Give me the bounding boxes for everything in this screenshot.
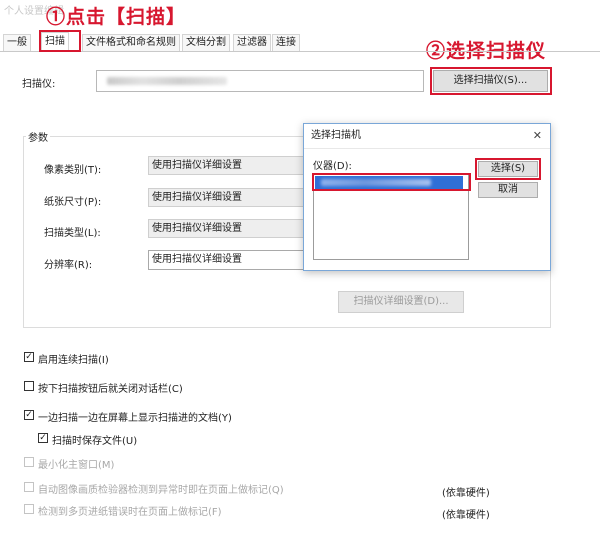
option-multifeed-mark-label: 检测到多页进纸错误时在页面上做标记(F) xyxy=(38,507,222,518)
scanner-name-blurred xyxy=(107,77,227,85)
param-pixel-select[interactable]: 使用扫描仪详细设置 xyxy=(148,156,308,175)
option-show-while-scanning-checkbox[interactable]: ✓ xyxy=(24,410,34,420)
annotation-step1: ①点击【扫描】 xyxy=(46,6,187,28)
option-minimize-window-checkbox[interactable] xyxy=(24,457,34,467)
param-resolution-label: 分辨率(R): xyxy=(44,260,93,271)
param-paper-select[interactable]: 使用扫描仪详细设置 xyxy=(148,188,308,207)
param-paper-label: 纸张尺寸(P): xyxy=(44,197,102,208)
tab-connect[interactable]: 连接 xyxy=(272,34,300,51)
tab-filter[interactable]: 过滤器 xyxy=(233,34,271,51)
close-icon[interactable]: ✕ xyxy=(533,129,542,142)
scanner-detail-button[interactable]: 扫描仪详细设置(D)... xyxy=(338,291,464,313)
option-multifeed-mark-checkbox[interactable] xyxy=(24,504,34,514)
param-scan-type-label: 扫描类型(L): xyxy=(44,228,101,239)
option-save-while-scanning-checkbox[interactable]: ✓ xyxy=(38,433,48,443)
option-multifeed-mark-note: (依靠硬件) xyxy=(442,510,490,521)
dialog-title: 选择扫描机 xyxy=(311,130,361,141)
tab-document-split[interactable]: 文档分割 xyxy=(182,34,230,51)
param-resolution-select[interactable]: 使用扫描仪详细设置 xyxy=(148,250,308,270)
scanner-field xyxy=(96,70,424,92)
highlight-dialog-select xyxy=(475,158,541,180)
option-quality-mark-checkbox[interactable] xyxy=(24,482,34,492)
dialog-title-bar: 选择扫描机 xyxy=(304,124,550,149)
highlight-scan-tab xyxy=(39,30,81,52)
option-minimize-window-label: 最小化主窗口(M) xyxy=(38,460,115,471)
highlight-device-item xyxy=(312,173,471,191)
select-scanner-dialog: 选择扫描机 ✕ 仪器(D): 选择(S) 取消 xyxy=(303,123,551,271)
highlight-select-scanner xyxy=(430,67,552,95)
option-save-while-scanning-label: 扫描时保存文件(U) xyxy=(52,436,138,447)
option-continuous-scan-checkbox[interactable]: ✓ xyxy=(24,352,34,362)
param-scan-type-select[interactable]: 使用扫描仪详细设置 xyxy=(148,219,308,238)
option-close-dialog-checkbox[interactable] xyxy=(24,381,34,391)
option-close-dialog-label: 按下扫描按钮后就关闭对话栏(C) xyxy=(38,384,183,395)
option-quality-mark-label: 自动图像画质检验器检测到异常时即在页面上做标记(Q) xyxy=(38,485,284,496)
option-show-while-scanning-label: 一边扫描一边在屏幕上显示扫描进的文档(Y) xyxy=(38,413,232,424)
tab-general[interactable]: 一般 xyxy=(3,34,31,51)
params-legend: 参数 xyxy=(26,129,50,144)
device-list-label: 仪器(D): xyxy=(313,161,352,172)
scanner-label: 扫描仪: xyxy=(22,79,56,90)
tab-file-format[interactable]: 文件格式和命名规则 xyxy=(82,34,180,51)
tab-bar: 一般 扫描 文件格式和命名规则 文档分割 过滤器 连接 xyxy=(0,32,600,52)
option-quality-mark-note: (依靠硬件) xyxy=(442,488,490,499)
dialog-cancel-button[interactable]: 取消 xyxy=(478,182,538,198)
param-pixel-label: 像素类别(T): xyxy=(44,165,102,176)
option-continuous-scan-label: 启用连续扫描(I) xyxy=(38,355,109,366)
